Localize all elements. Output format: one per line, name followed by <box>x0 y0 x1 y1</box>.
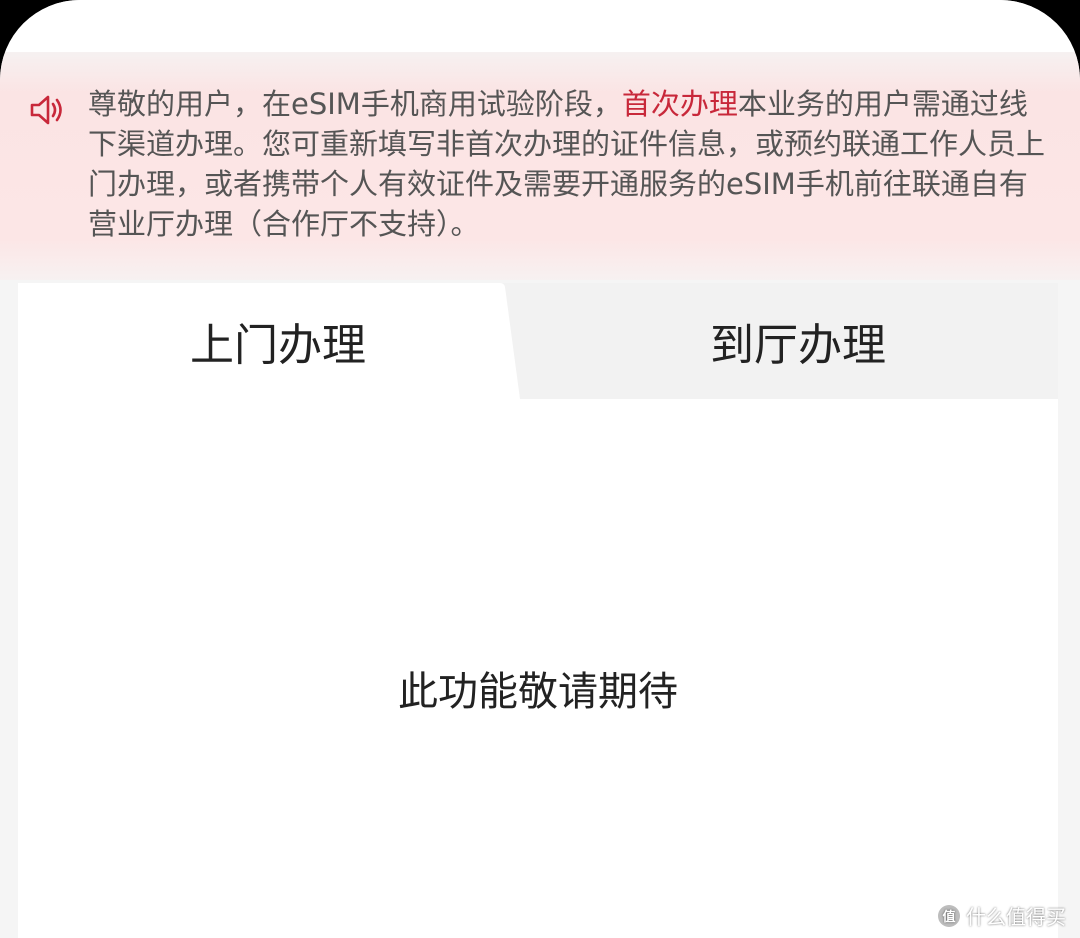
coming-soon-message: 此功能敬请期待 <box>398 669 678 715</box>
notice-banner: 尊敬的用户，在eSIM手机商用试验阶段，首次办理本业务的用户需通过线下渠道办理。… <box>0 52 1080 280</box>
service-card: 上门办理 到厅办理 此功能敬请期待 <box>18 283 1058 938</box>
watermark: 值 什么值得买 <box>938 901 1066 930</box>
tab-home-service[interactable]: 上门办理 <box>18 283 538 399</box>
notice-text-before: 尊敬的用户，在eSIM手机商用试验阶段， <box>88 87 622 121</box>
watermark-logo-icon: 值 <box>938 904 960 927</box>
tab-store-service[interactable]: 到厅办理 <box>538 283 1058 399</box>
notice-highlight: 首次办理 <box>621 87 738 121</box>
speaker-icon <box>30 95 62 125</box>
phone-screen: 尊敬的用户，在eSIM手机商用试验阶段，首次办理本业务的用户需通过线下渠道办理。… <box>0 0 1080 938</box>
watermark-text: 什么值得买 <box>966 905 1066 929</box>
top-bar <box>0 0 1080 52</box>
notice-text: 尊敬的用户，在eSIM手机商用试验阶段，首次办理本业务的用户需通过线下渠道办理。… <box>88 84 1053 244</box>
